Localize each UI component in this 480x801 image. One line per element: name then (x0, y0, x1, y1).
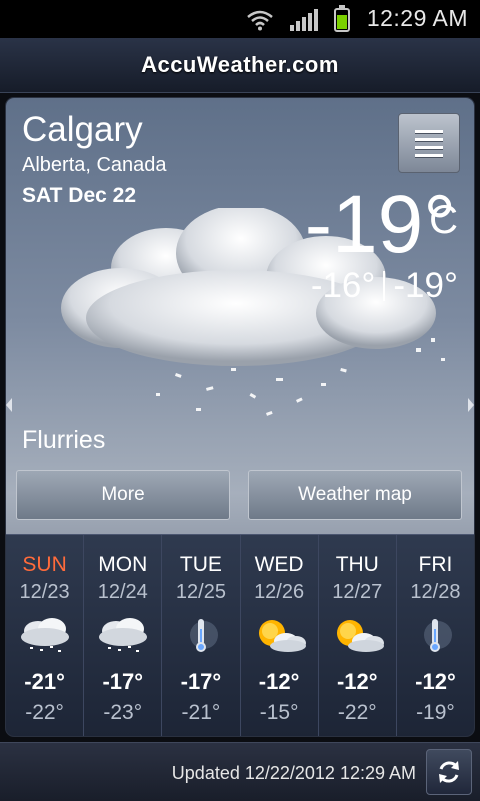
forecast-day-name: MON (98, 553, 148, 576)
refresh-icon (439, 761, 459, 783)
status-bar: 12:29 AM (0, 0, 480, 38)
bottom-bar: Updated 12/22/2012 12:29 AM (0, 742, 480, 801)
city-name: Calgary (22, 110, 143, 149)
high-low-temperature: -16° -19° (311, 266, 458, 306)
today-high: -16° (310, 266, 376, 305)
brand-title: AccuWeather.com (141, 52, 339, 77)
signal-icon (290, 9, 318, 31)
forecast-day-name: FRI (418, 553, 453, 576)
forecast-day-date: 12/26 (254, 581, 305, 603)
forecast-high: -21° (24, 669, 65, 694)
forecast-low: -22° (337, 701, 377, 724)
forecast-high: -17° (180, 669, 222, 694)
forecast-day-name: WED (254, 553, 304, 576)
forecast-day-date: 12/27 (332, 581, 383, 603)
forecast-low: -23° (103, 701, 143, 724)
forecast-high: -12° (336, 669, 378, 694)
forecast-low: -21° (181, 701, 221, 724)
cold-thermometer-icon (424, 619, 453, 652)
forecast-high: -12° (258, 669, 300, 694)
forecast-low: -19° (416, 701, 455, 724)
more-button[interactable]: More (16, 470, 230, 520)
forecast-high: -17° (102, 669, 144, 694)
wifi-icon (247, 10, 273, 31)
current-date: SAT Dec 22 (22, 184, 136, 207)
temperature-unit: C (429, 198, 458, 242)
forecast-day[interactable]: FRI 12/28 -12° -19° (397, 535, 474, 736)
flurries-icon (20, 618, 69, 652)
weather-condition: Flurries (22, 426, 106, 454)
forecast-day-date: 12/23 (19, 581, 70, 603)
cold-thermometer-icon (189, 619, 218, 652)
forecast-day[interactable]: MON 12/24 -17° -23° (84, 535, 163, 736)
current-weather-card[interactable]: Calgary Alberta, Canada SAT Dec 22 -19° … (6, 98, 474, 736)
previous-location-arrow-icon[interactable] (6, 398, 12, 412)
forecast-high: -12° (415, 669, 456, 694)
forecast-day[interactable]: SUN 12/23 -21° -22° (6, 535, 85, 736)
status-clock: 12:29 AM (366, 5, 468, 31)
forecast-day-date: 12/28 (410, 581, 461, 603)
forecast-low: -22° (25, 701, 64, 724)
menu-icon (415, 129, 443, 133)
battery-icon (334, 5, 350, 32)
forecast-day-date: 12/24 (97, 581, 148, 603)
flurries-icon (98, 618, 147, 652)
forecast-day-name: TUE (179, 553, 222, 576)
forecast-strip: SUN 12/23 -21° -22° MON 12/24 -17° -23° … (6, 534, 474, 736)
partly-sunny-icon (259, 620, 307, 652)
hi-lo-separator (383, 271, 386, 301)
forecast-day-name: SUN (22, 553, 67, 576)
forecast-day-name: THU (335, 553, 379, 576)
forecast-day-date: 12/25 (175, 581, 226, 603)
forecast-day[interactable]: THU 12/27 -12° -22° (319, 535, 397, 736)
forecast-low: -15° (259, 701, 299, 724)
status-icons (246, 5, 350, 32)
last-updated-text: Updated 12/22/2012 12:29 AM (171, 763, 416, 783)
partly-sunny-icon (337, 620, 385, 652)
refresh-button[interactable] (426, 749, 472, 795)
next-location-arrow-icon[interactable] (468, 398, 474, 412)
app-header: AccuWeather.com (0, 38, 480, 93)
menu-button[interactable] (398, 113, 460, 173)
weather-map-button[interactable]: Weather map (248, 470, 462, 520)
region-name: Alberta, Canada (22, 154, 167, 176)
today-low: -19° (393, 266, 458, 305)
forecast-day[interactable]: TUE 12/25 -17° -21° (162, 535, 241, 736)
forecast-day[interactable]: WED 12/26 -12° -15° (241, 535, 319, 736)
